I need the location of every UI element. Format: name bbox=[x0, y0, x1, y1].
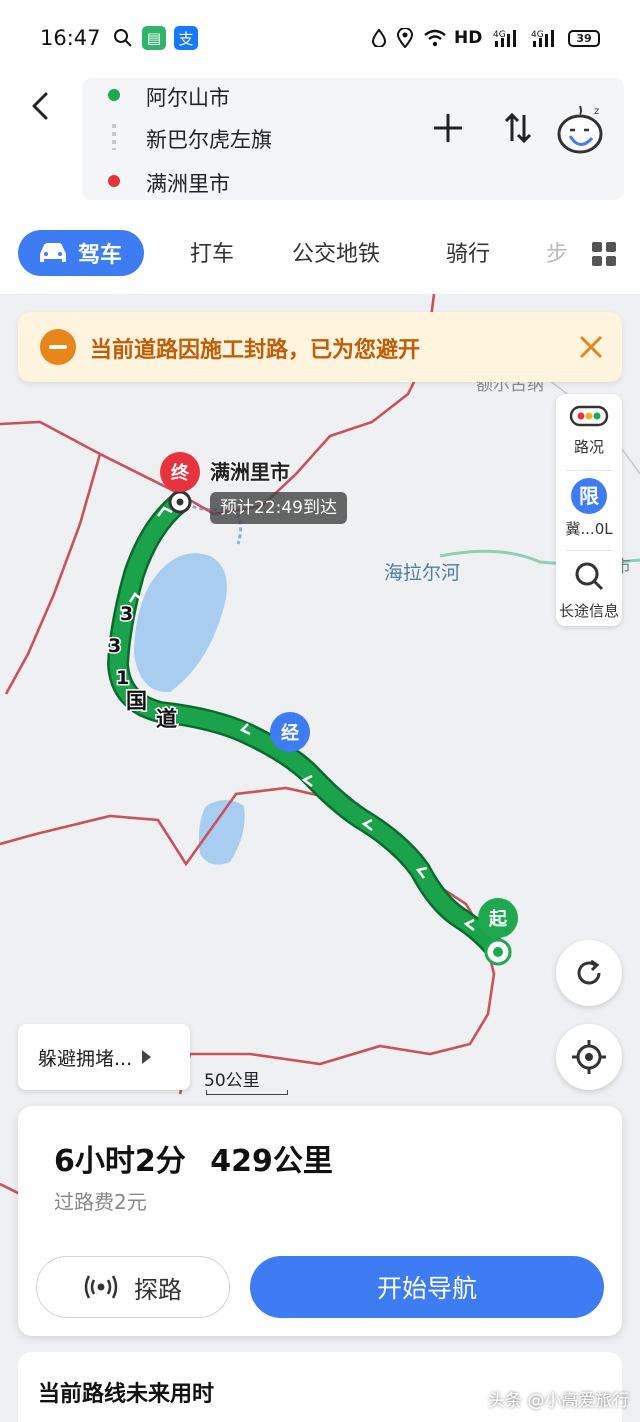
scale-label: 50公里 bbox=[204, 1071, 260, 1091]
swap-route-button[interactable] bbox=[498, 108, 538, 148]
route-summary-card[interactable]: 6小时2分 429公里 过路费2元 探路 开始导航 bbox=[18, 1106, 622, 1336]
toll-text: 过路费2元 bbox=[54, 1190, 147, 1214]
transport-tabs: 驾车 打车 公交地铁 骑行 步 bbox=[0, 214, 640, 294]
more-tabs-icon[interactable] bbox=[592, 242, 616, 266]
tab-drive[interactable]: 驾车 bbox=[18, 230, 144, 276]
radar-icon bbox=[84, 1275, 118, 1299]
road-name-char: 道 bbox=[156, 707, 177, 731]
message-app-icon: ▤ bbox=[142, 26, 166, 50]
signal-4g-icon-2: 4G bbox=[530, 26, 560, 50]
divider bbox=[566, 470, 612, 471]
road-name-char: 3 bbox=[108, 635, 121, 657]
limit-badge: 限 bbox=[571, 478, 607, 514]
add-stop-button[interactable] bbox=[428, 108, 468, 148]
signal-4g-icon: 4G bbox=[492, 26, 522, 50]
drop-icon bbox=[370, 26, 388, 50]
traffic-toggle[interactable]: 路况 bbox=[556, 404, 622, 457]
long-trip-label: 长途信息 bbox=[558, 602, 619, 620]
warning-minus-icon bbox=[40, 329, 76, 365]
distance-value: 429公里 bbox=[210, 1144, 333, 1179]
via-pin[interactable]: 经 bbox=[270, 712, 310, 752]
locate-button[interactable] bbox=[556, 1024, 622, 1090]
duration-value: 6小时2分 bbox=[54, 1144, 186, 1179]
destination-dot bbox=[108, 175, 120, 187]
divider bbox=[566, 550, 612, 551]
avoid-label: 躲避拥堵... bbox=[38, 1047, 133, 1070]
destination-city-label: 满洲里市 bbox=[210, 460, 290, 484]
tab-drive-label: 驾车 bbox=[78, 243, 123, 268]
traffic-light-icon bbox=[569, 405, 609, 427]
via-drag-handle[interactable] bbox=[112, 124, 116, 150]
map-layer-panel: 路况 限 冀...0L 长途信息 bbox=[556, 394, 622, 626]
road-name-char: 3 bbox=[120, 603, 133, 625]
road-closure-notice: 当前道路因施工封路，已为您避开 bbox=[18, 312, 622, 382]
start-navigation-button[interactable]: 开始导航 bbox=[250, 1256, 604, 1318]
traffic-label: 路况 bbox=[573, 438, 604, 456]
tab-bike[interactable]: 骑行 bbox=[446, 236, 490, 268]
start-pin[interactable]: 起 bbox=[478, 898, 518, 938]
river-label: 海拉尔河 bbox=[384, 562, 461, 584]
road-name-char: 国 bbox=[126, 689, 147, 713]
battery-indicator: 39 bbox=[568, 30, 600, 47]
eta-bubble: 预计22:49到达 bbox=[210, 492, 347, 524]
start-point-center bbox=[493, 947, 503, 957]
buir-lake bbox=[198, 800, 245, 865]
refresh-icon bbox=[577, 959, 601, 985]
avoid-congestion-button[interactable]: 躲避拥堵... bbox=[18, 1024, 190, 1090]
origin-dot bbox=[108, 89, 120, 101]
car-icon bbox=[40, 243, 66, 262]
plate-limit-button[interactable]: 限 冀...0L bbox=[556, 478, 622, 539]
explore-route-button[interactable]: 探路 bbox=[36, 1256, 230, 1318]
destination-input[interactable]: 满洲里市 bbox=[146, 168, 230, 198]
limit-label: 冀...0L bbox=[565, 520, 613, 538]
refresh-button[interactable] bbox=[556, 940, 622, 1006]
future-time-title: 当前路线未来用时 bbox=[38, 1382, 215, 1407]
long-trip-info-button[interactable]: 长途信息 bbox=[556, 560, 622, 621]
route-summary: 6小时2分 429公里 bbox=[54, 1136, 333, 1180]
hulun-lake bbox=[134, 553, 227, 693]
alipay-app-icon: 支 bbox=[174, 26, 198, 50]
close-icon[interactable] bbox=[574, 330, 608, 364]
status-time: 16:47 bbox=[40, 26, 101, 50]
origin-input[interactable]: 阿尔山市 bbox=[146, 82, 230, 112]
via-input[interactable]: 新巴尔虎左旗 bbox=[146, 124, 272, 154]
search-icon bbox=[112, 26, 134, 50]
tab-transit[interactable]: 公交地铁 bbox=[292, 236, 380, 268]
tab-taxi[interactable]: 打车 bbox=[190, 236, 234, 268]
back-button[interactable] bbox=[24, 84, 64, 128]
assistant-mascot-icon[interactable]: z bbox=[556, 102, 606, 154]
road-name-char: 1 bbox=[116, 667, 129, 689]
search-icon bbox=[575, 562, 604, 591]
svg-text:z: z bbox=[594, 106, 599, 117]
locate-icon bbox=[572, 1040, 606, 1074]
destination-pin[interactable]: 终 bbox=[160, 452, 200, 492]
hd-badge: HD bbox=[454, 28, 483, 48]
wifi-icon bbox=[422, 26, 448, 50]
route-input-panel: 阿尔山市 新巴尔虎左旗 满洲里市 z bbox=[82, 78, 624, 200]
end-point-center bbox=[176, 498, 184, 506]
national-border-west bbox=[4, 453, 102, 695]
caret-right-icon bbox=[142, 1050, 152, 1064]
watermark-text: 头条 @小高爱旅行 bbox=[488, 1391, 630, 1411]
status-bar: 16:47 ▤ 支 HD 4G 4G 39 bbox=[0, 0, 640, 78]
tab-walk[interactable]: 步 bbox=[546, 236, 568, 268]
location-icon bbox=[396, 26, 414, 50]
scale-bar bbox=[206, 1090, 288, 1095]
route-header: 阿尔山市 新巴尔虎左旗 满洲里市 z bbox=[0, 78, 640, 214]
notice-text: 当前道路因施工封路，已为您避开 bbox=[90, 338, 421, 363]
explore-label: 探路 bbox=[134, 1275, 182, 1304]
